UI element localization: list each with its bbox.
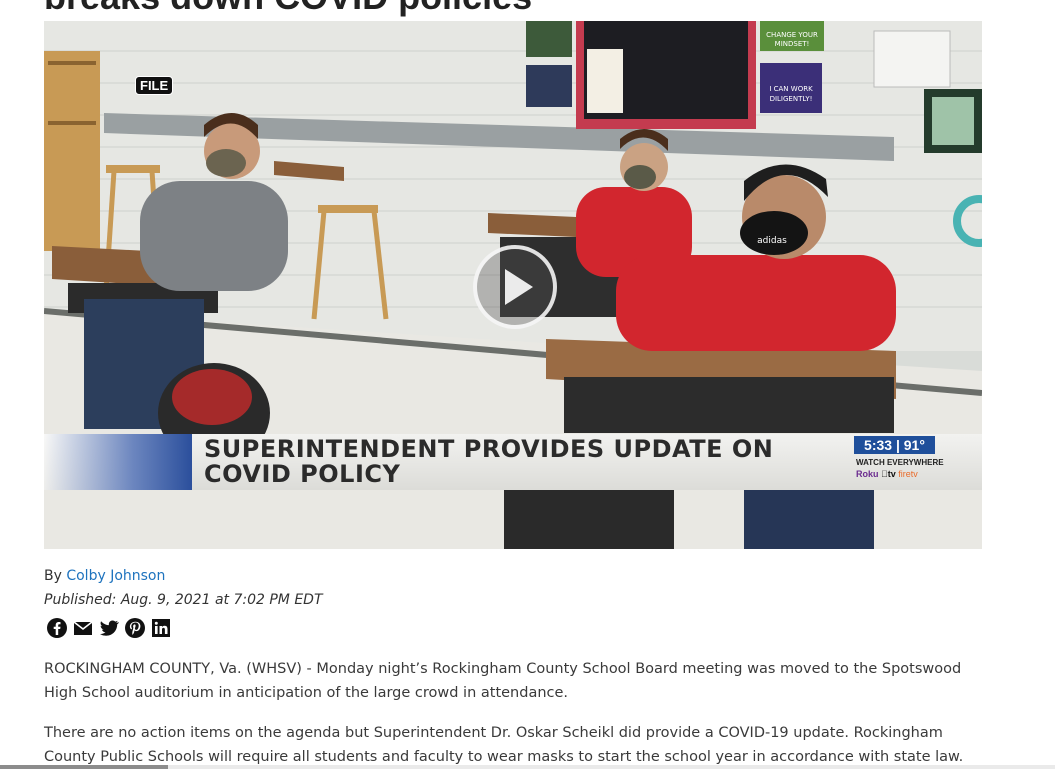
svg-text:adidas: adidas [757,236,787,246]
article-headline: breaks down COVID policies [44,0,532,18]
play-icon [505,269,533,305]
byline-prefix: By [44,568,67,584]
streaming-platforms: Roku tv firetv [856,469,918,479]
svg-text:MINDSET!: MINDSET! [775,40,810,48]
time-temperature-badge: 5:33 | 91° [854,436,935,454]
article-paragraph: ROCKINGHAM COUNTY, Va. (WHSV) - Monday n… [44,661,962,701]
lower-third-headline: SUPERINTENDENT PROVIDES UPDATE ON COVID … [204,435,774,488]
byline: By Colby Johnson [44,568,165,584]
article-paragraph: There are no action items on the agenda … [44,725,964,765]
svg-text:DILIGENTLY!: DILIGENTLY! [770,95,813,103]
scrollbar-thumb[interactable] [0,765,168,769]
apple-tv-logo: tv [881,469,896,479]
facebook-icon[interactable] [46,617,68,639]
fire-tv-logo: firetv [891,469,918,479]
video-play-button[interactable] [473,245,557,329]
watch-everywhere-label: WATCH EVERYWHERE [856,458,944,467]
email-icon[interactable] [72,617,94,639]
roku-logo: Roku [856,469,879,479]
svg-text:CHANGE YOUR: CHANGE YOUR [766,31,818,39]
published-date: Published: Aug. 9, 2021 at 7:02 PM EDT [44,592,323,608]
video-player[interactable]: CHANGE YOUR MINDSET! I CAN WORK DILIGENT… [44,21,982,549]
twitter-icon[interactable] [98,617,120,639]
file-footage-tag: FILE [135,76,174,95]
pinterest-icon[interactable] [124,617,146,639]
author-link[interactable]: Colby Johnson [66,568,165,584]
lower-third-accent [44,434,192,490]
linkedin-icon[interactable] [150,617,172,639]
svg-text:I CAN WORK: I CAN WORK [769,85,813,93]
news-lower-third: SUPERINTENDENT PROVIDES UPDATE ON COVID … [44,434,982,490]
horizontal-scrollbar[interactable] [0,765,1055,769]
share-bar [46,617,172,639]
